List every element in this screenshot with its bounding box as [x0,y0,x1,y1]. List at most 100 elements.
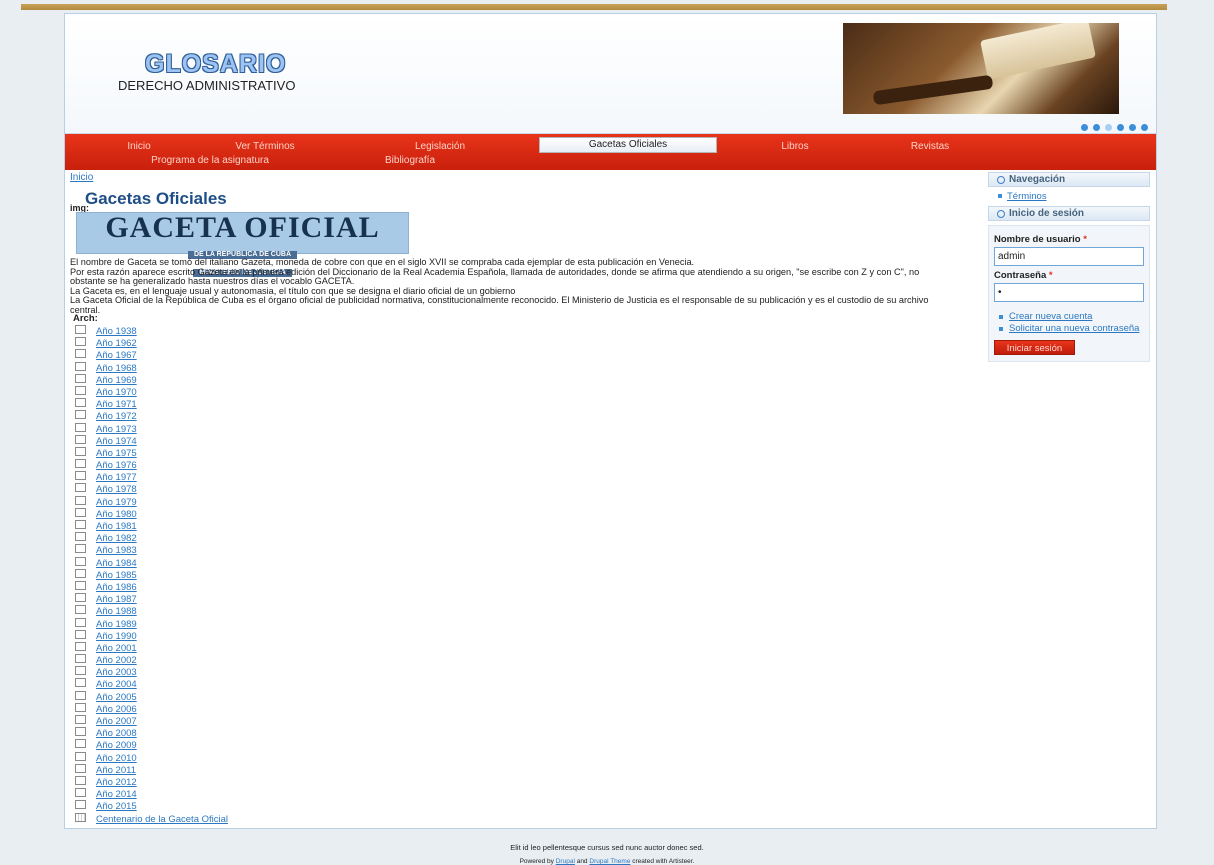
file-icon [75,605,86,615]
file-link[interactable]: Año 1984 [96,558,137,569]
login-link-item: Crear nueva cuenta [999,312,1145,322]
file-icon [75,446,86,456]
menu-item-revistas[interactable]: Revistas [885,139,975,154]
file-link[interactable]: Año 1968 [96,363,137,374]
username-label: Nombre de usuario * [994,234,1087,245]
breadcrumb: Inicio [70,172,93,183]
file-link[interactable]: Año 2010 [96,753,137,764]
menu-item-legislacion[interactable]: Legislación [375,139,505,154]
file-link[interactable]: Año 1973 [96,424,137,435]
gaceta-oficial-logo: GACETA OFICIAL DE LA REPUBLICA DE CUBA M… [76,212,409,277]
username-field[interactable]: admin [994,247,1144,266]
file-icon [75,690,86,700]
file-icon [75,483,86,493]
file-icon [75,593,86,603]
file-link[interactable]: Año 1979 [96,497,137,508]
menu-item-ver-terminos[interactable]: Ver Términos [195,139,335,154]
drupal-link[interactable]: Drupal [556,858,575,865]
slider-dot[interactable] [1129,124,1136,131]
book-icon [75,812,86,822]
login-button[interactable]: Iniciar sesión [994,340,1075,355]
menu-item-programa[interactable]: Programa de la asignatura [135,153,285,168]
footer-credits: Powered by Drupal and Drupal Theme creat… [519,858,695,865]
file-link[interactable]: Año 1982 [96,533,137,544]
page-sheet: GLOSARIO DERECHO ADMINISTRATIVO Inicio V… [64,13,1157,829]
breadcrumb-inicio-link[interactable]: Inicio [70,172,93,183]
menu-item-libros[interactable]: Libros [745,139,845,154]
file-link[interactable]: Año 1983 [96,545,137,556]
slider-dot[interactable] [1141,124,1148,131]
file-link[interactable]: Año 1969 [96,375,137,386]
footer-tagline: Elit id leo pellentesque cursus sed nunc… [510,843,704,852]
page-title: Gacetas Oficiales [85,189,227,208]
site-header: GLOSARIO DERECHO ADMINISTRATIVO [65,14,1156,134]
file-link[interactable]: Año 1975 [96,448,137,459]
login-link-item: Solicitar una nueva contraseña [999,323,1145,334]
centenario-link[interactable]: Centenario de la Gaceta Oficial [96,814,228,825]
file-link[interactable]: Año 1971 [96,399,137,410]
login-form: Nombre de usuario * admin Contraseña * •… [988,225,1150,362]
file-icon [75,727,86,737]
menu-item-inicio[interactable]: Inicio [95,139,183,154]
file-link[interactable]: Año 1988 [96,606,137,617]
file-icon [75,654,86,664]
file-link[interactable]: Año 1986 [96,582,137,593]
file-link[interactable]: Año 2002 [96,655,137,666]
file-icon [75,800,86,810]
create-account-link[interactable]: Crear nueva cuenta [1009,311,1092,322]
main-menu: Inicio Ver Términos Legislación Gacetas … [65,134,1156,170]
file-link[interactable]: Año 2007 [96,716,137,727]
password-label: Contraseña * [994,270,1053,281]
menu-item-gacetas-oficiales[interactable]: Gacetas Oficiales [539,137,717,153]
file-icon [75,422,86,432]
body-text: El nombre de Gaceta se tomó del italiano… [70,257,950,316]
file-link[interactable]: Año 1974 [96,436,137,447]
request-password-link[interactable]: Solicitar una nueva contraseña [1009,323,1139,334]
file-link[interactable]: Año 2001 [96,643,137,654]
file-link[interactable]: Año 1970 [96,387,137,398]
file-icon [75,507,86,517]
file-link[interactable]: Año 2015 [96,801,137,812]
file-link[interactable]: Año 1985 [96,570,137,581]
file-link[interactable]: Año 1981 [96,521,137,532]
arch-field-label: Arch: [73,313,98,324]
slider-dot[interactable] [1081,124,1088,131]
file-icon [75,775,86,785]
file-link[interactable]: Año 2011 [96,765,136,776]
file-link[interactable]: Año 1962 [96,338,137,349]
file-link[interactable]: Año 1989 [96,619,137,630]
file-link[interactable]: Año 1987 [96,594,137,605]
file-link[interactable]: Año 1980 [96,509,137,520]
file-link[interactable]: Año 2009 [96,740,137,751]
terminos-link[interactable]: Términos [1007,191,1047,202]
drupal-theme-link[interactable]: Drupal Theme [589,858,630,865]
file-link[interactable]: Año 2008 [96,728,137,739]
file-icon [75,739,86,749]
file-icon [75,349,86,359]
file-link[interactable]: Año 2005 [96,692,137,703]
slider-dot[interactable] [1117,124,1124,131]
file-link[interactable]: Año 1967 [96,350,137,361]
file-link[interactable]: Año 1990 [96,631,137,642]
file-link[interactable]: Año 1977 [96,472,137,483]
slider-dot[interactable] [1105,124,1112,131]
navigation-block-body: Términos [988,187,1150,206]
slider-dot[interactable] [1093,124,1100,131]
password-field[interactable]: • [994,283,1144,302]
file-link[interactable]: Año 2004 [96,679,137,690]
file-icon [75,678,86,688]
menu-item-bibliografia[interactable]: Bibliografía [365,153,455,168]
file-link[interactable]: Año 1978 [96,484,137,495]
file-icon [75,641,86,651]
file-link[interactable]: Año 2003 [96,667,137,678]
bullet-icon [999,315,1003,319]
file-link[interactable]: Año 2012 [96,777,137,788]
file-link[interactable]: Año 1972 [96,411,137,422]
file-link[interactable]: Año 2006 [96,704,137,715]
file-icon [75,434,86,444]
file-link[interactable]: Año 2014 [96,789,137,800]
site-title[interactable]: GLOSARIO [145,50,286,79]
slider-dots [1081,124,1148,131]
file-link[interactable]: Año 1938 [96,326,137,337]
file-link[interactable]: Año 1976 [96,460,137,471]
